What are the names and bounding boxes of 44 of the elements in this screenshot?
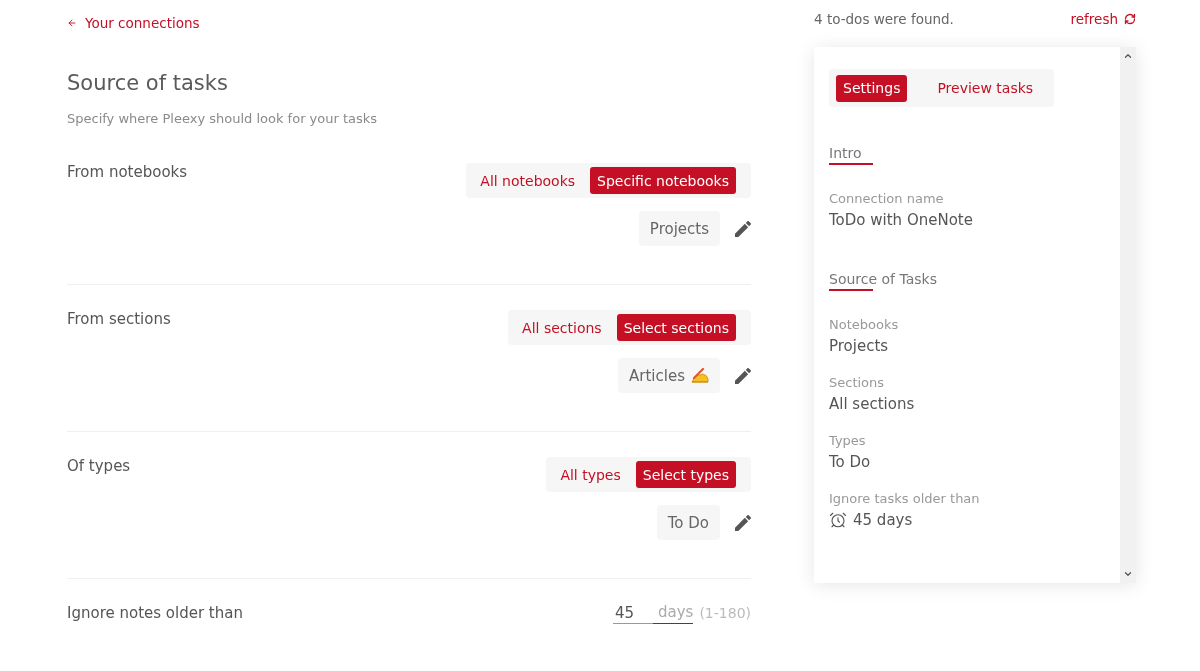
field-value: 45 days <box>853 510 913 530</box>
found-count-text: 4 to-dos were found. <box>814 11 954 27</box>
field-value: To Do <box>829 452 871 472</box>
writing-hand-icon <box>691 368 709 383</box>
panel-tab[interactable]: Settings <box>836 74 908 102</box>
segment-option[interactable]: All types <box>553 461 628 488</box>
filter-label: From sections <box>67 310 171 328</box>
field-value: ToDo with OneNote <box>829 210 973 230</box>
page-title: Source of tasks <box>67 70 229 97</box>
back-link[interactable]: Your connections <box>67 14 200 32</box>
refresh-icon <box>1124 13 1136 25</box>
pencil-icon[interactable] <box>735 367 751 384</box>
field-label: Connection name <box>829 190 944 208</box>
group-heading: Source of Tasks <box>829 270 937 288</box>
days-input[interactable]: 45 <box>613 602 653 624</box>
refresh-button[interactable]: refresh <box>1070 11 1136 27</box>
panel-tab[interactable]: Preview tasks <box>930 74 1041 102</box>
segment-option[interactable]: All sections <box>515 314 609 341</box>
group-heading: Intro <box>829 144 862 162</box>
chevron-up-icon[interactable] <box>1123 51 1133 61</box>
chevron-down-icon[interactable] <box>1123 569 1133 579</box>
tag-text: Articles <box>629 366 685 385</box>
segment-option[interactable]: Specific notebooks <box>590 167 736 194</box>
field-value: All sections <box>829 394 915 414</box>
segment-option[interactable]: All notebooks <box>473 167 583 194</box>
range-hint: (1-180) <box>699 604 751 623</box>
filter-label: Of types <box>67 457 131 475</box>
filter-label: From notebooks <box>67 163 188 181</box>
segment-option[interactable]: Select sections <box>616 314 736 341</box>
arrow-left-icon <box>67 18 77 28</box>
scrollbar[interactable] <box>1120 47 1136 583</box>
filter-label: Ignore notes older than <box>67 604 243 622</box>
field-label: Sections <box>829 374 885 392</box>
field-label: Notebooks <box>829 316 899 334</box>
segment-option[interactable]: Select types <box>635 461 736 488</box>
field-value: Projects <box>829 336 889 356</box>
alarm-clock-icon <box>829 511 847 529</box>
page-subtitle: Specify where Pleexy should look for your tasks <box>67 110 379 128</box>
field-label: Types <box>829 432 866 450</box>
pencil-icon[interactable] <box>735 220 751 237</box>
pencil-icon[interactable] <box>735 514 751 531</box>
tag-text: Projects <box>649 219 709 238</box>
tag-text: To Do <box>667 513 709 532</box>
field-label: Ignore tasks older than <box>829 490 980 508</box>
